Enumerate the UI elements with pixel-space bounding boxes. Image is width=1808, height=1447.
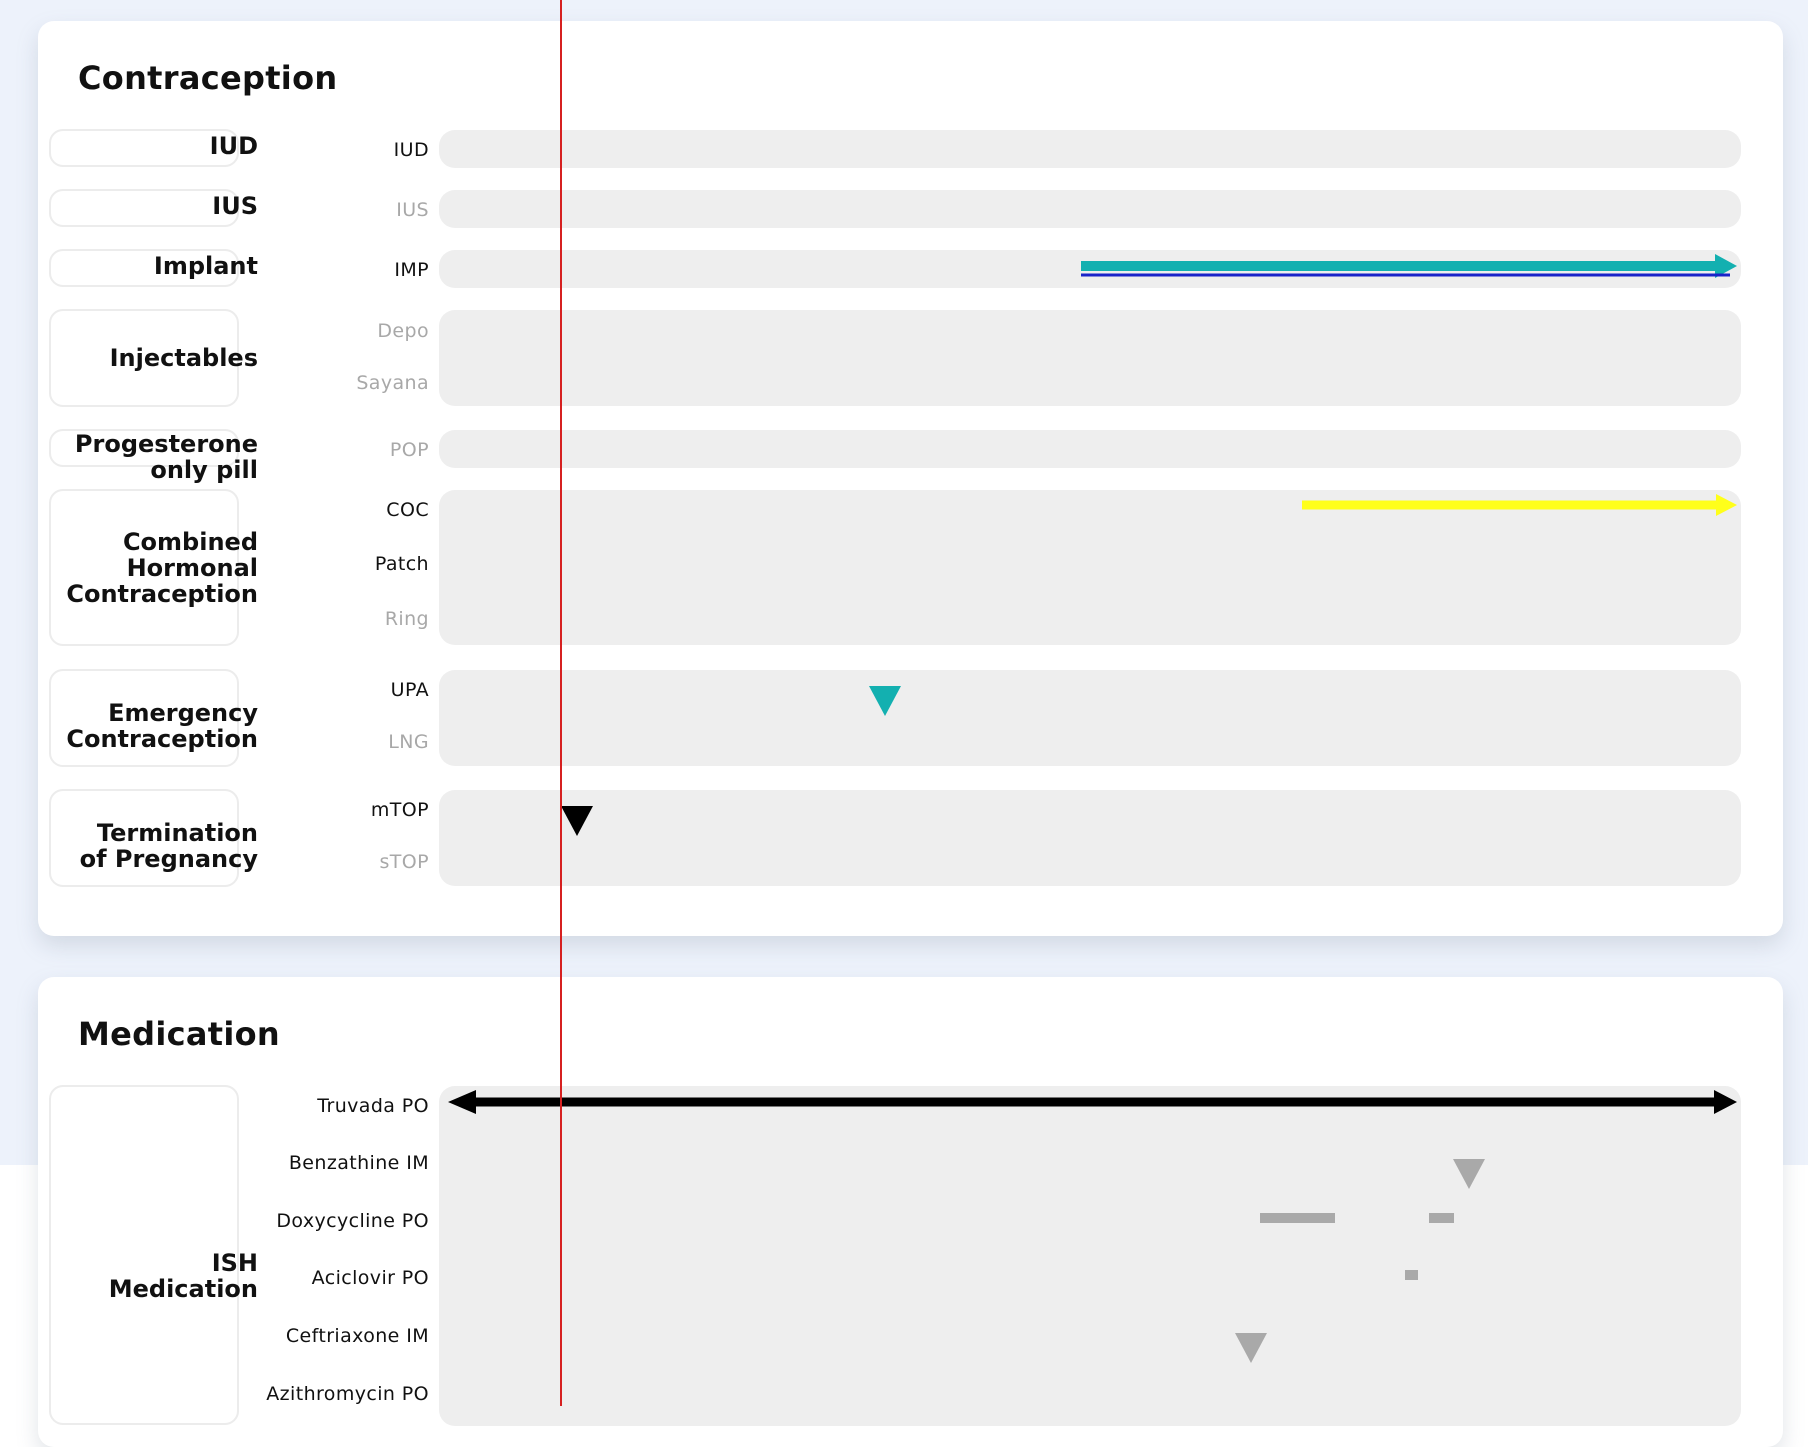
group-label-ish-medication: ISH Medication [18, 1236, 258, 1316]
group-label-top: Termination of Pregnancy [18, 806, 258, 886]
row-label-truvada: Truvada PO [317, 1095, 429, 1117]
group-label-line: Emergency [108, 699, 258, 727]
row-label-iud: IUD [393, 139, 429, 161]
group-label-text: Injectables [109, 344, 258, 372]
group-label-pop: Progesterone only pill [18, 430, 258, 484]
row-label-benzathine: Benzathine IM [288, 1152, 429, 1174]
row-label-sayana: Sayana [356, 372, 429, 394]
group-label-line: Contraception [66, 579, 258, 608]
row-label-ring: Ring [384, 608, 429, 630]
row-label-ius: IUS [396, 199, 429, 221]
row-label-stop: sTOP [379, 851, 429, 873]
row-label-coc: COC [386, 499, 429, 521]
medication-title: Medication [78, 1015, 281, 1053]
row-label-azithromycin: Azithromycin PO [266, 1383, 429, 1405]
row-label-lng: LNG [388, 731, 429, 753]
group-label-ius: IUS [18, 189, 258, 223]
group-label-emergency: Emergency Contraception [18, 686, 258, 766]
track-imp[interactable] [439, 250, 1741, 288]
track-pop[interactable] [439, 430, 1741, 468]
row-label-doxycycline: Doxycycline PO [276, 1210, 429, 1232]
row-label-aciclovir: Aciclovir PO [311, 1267, 429, 1289]
track-iud[interactable] [439, 130, 1741, 168]
row-label-ceftriaxone: Ceftriaxone IM [285, 1325, 429, 1347]
row-label-pop: POP [389, 439, 429, 461]
track-top[interactable] [439, 790, 1741, 886]
group-label-line: Termination [96, 819, 258, 847]
row-label-depo: Depo [377, 320, 429, 342]
track-injectables[interactable] [439, 310, 1741, 406]
track-ius[interactable] [439, 190, 1741, 228]
row-label-imp: IMP [394, 259, 429, 281]
contraception-title: Contraception [78, 59, 338, 97]
group-label-injectables: Injectables [18, 309, 258, 407]
group-label-implant: Implant [18, 249, 258, 283]
track-chc[interactable] [439, 490, 1741, 645]
row-label-mtop: mTOP [370, 799, 429, 821]
group-label-iud: IUD [18, 129, 258, 163]
group-label-chc: Combined Hormonal Contraception [18, 489, 258, 646]
row-label-upa: UPA [390, 679, 429, 701]
track-ish-medication[interactable] [439, 1086, 1741, 1426]
group-label-line: Combined [122, 527, 258, 556]
track-emergency[interactable] [439, 670, 1741, 766]
row-label-patch: Patch [374, 553, 429, 575]
